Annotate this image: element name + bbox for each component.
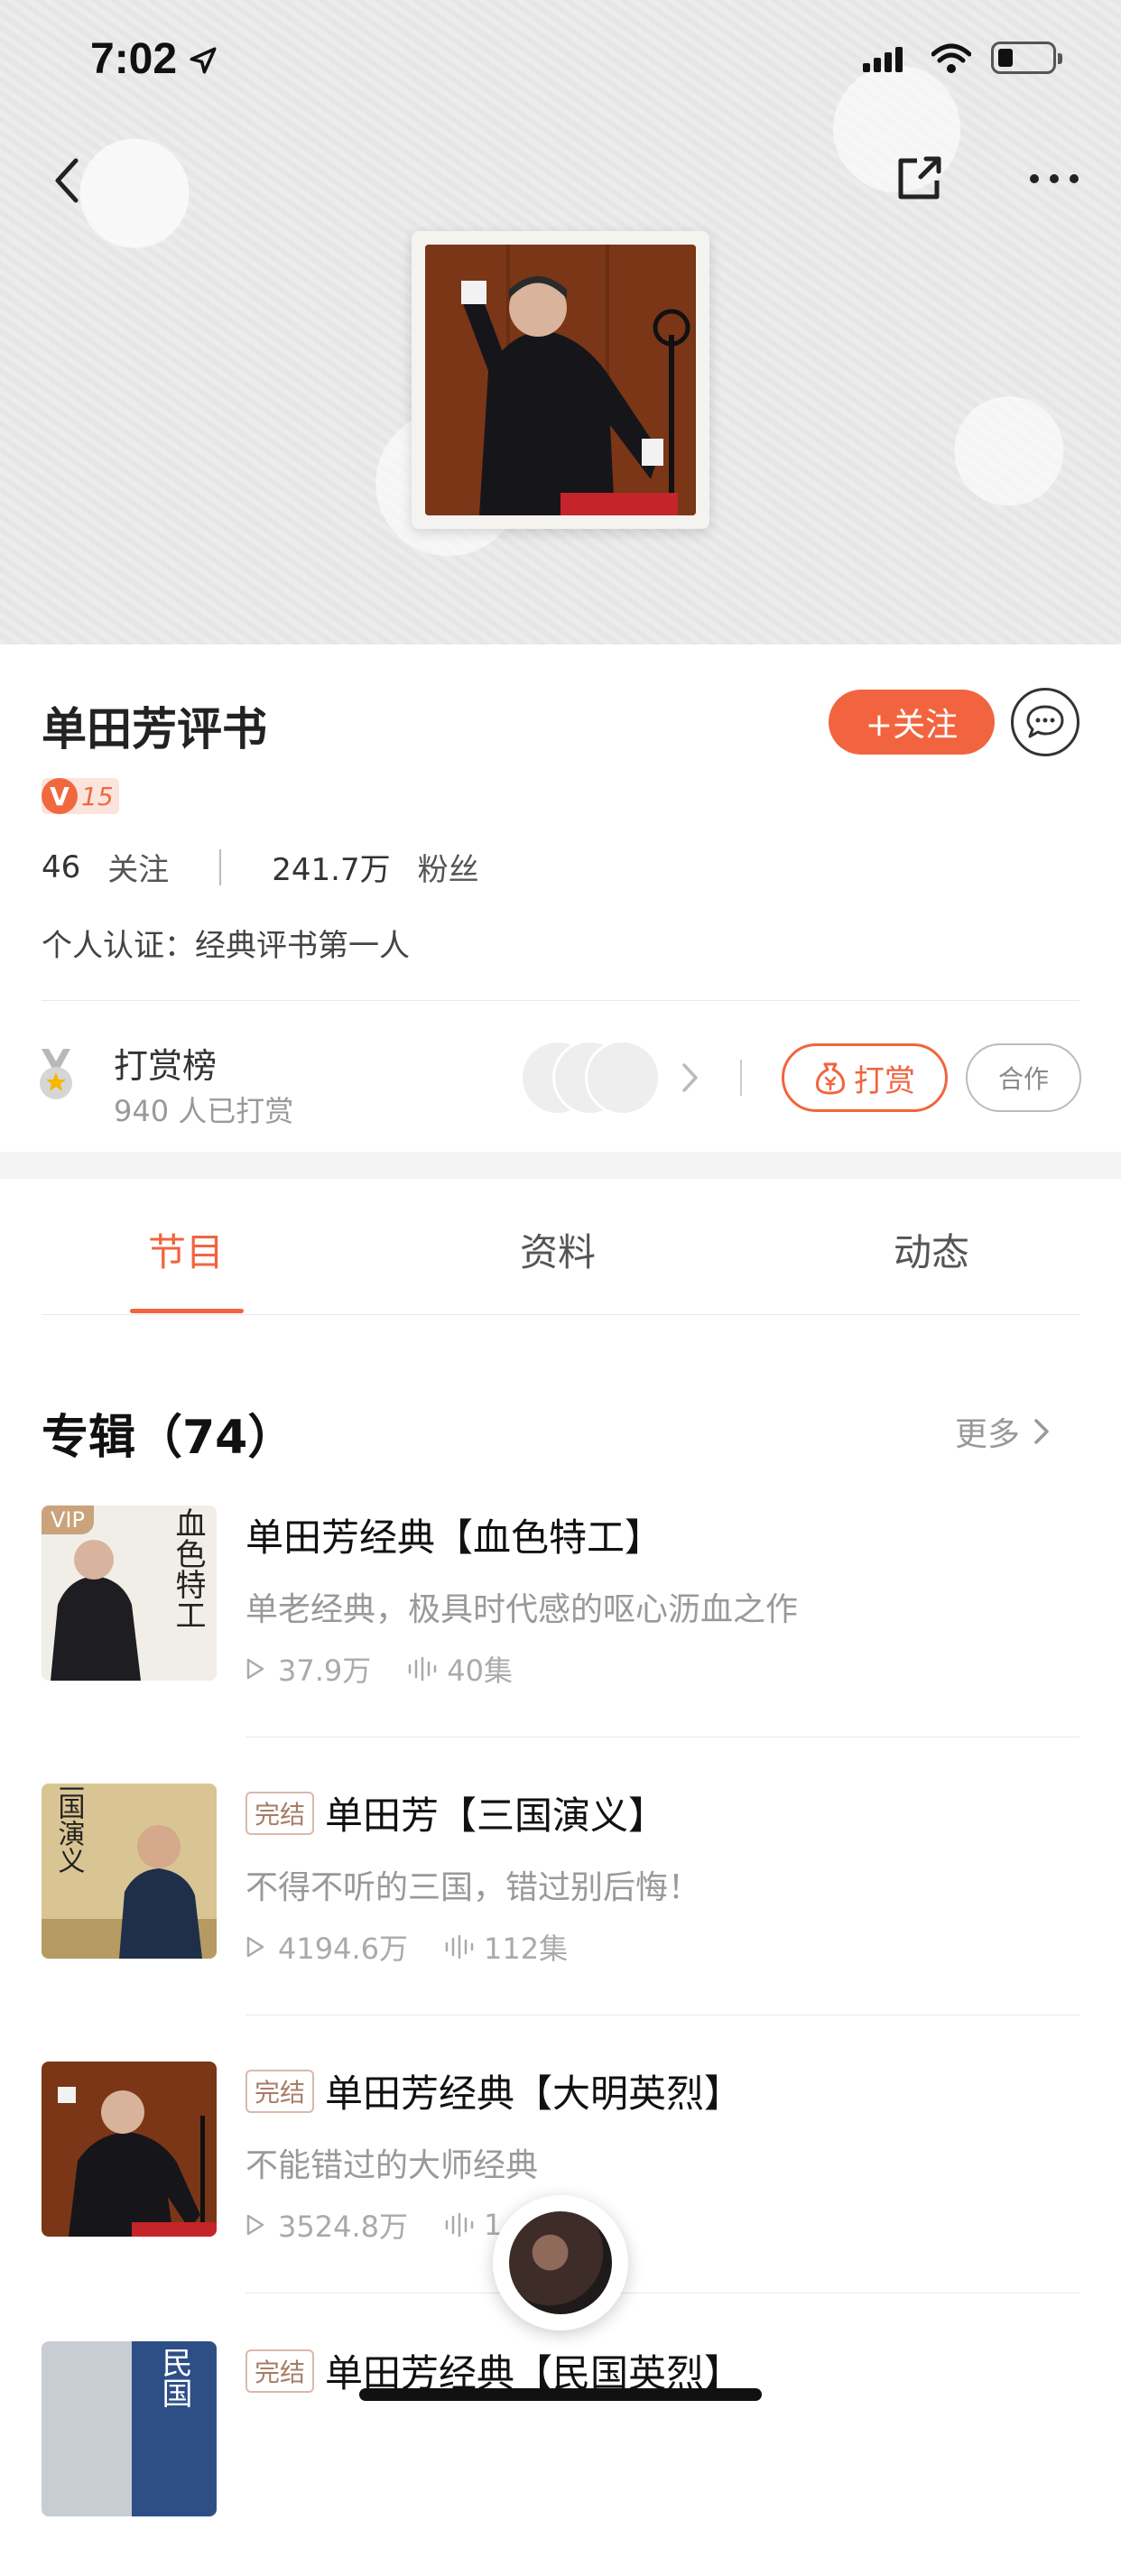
back-chevron-icon[interactable] bbox=[45, 153, 90, 208]
album-title: 单田芳【三国演义】 bbox=[325, 1793, 667, 1838]
play-count-icon bbox=[246, 1658, 264, 1680]
album-play-count: 37.9万 bbox=[278, 1654, 372, 1688]
profile-avatar[interactable] bbox=[412, 231, 709, 529]
album-item[interactable]: 民国 完结 单田芳经典【民国英烈】 bbox=[42, 2341, 1079, 2576]
album-item[interactable]: 三国演义 完结 单田芳【三国演义】 不得不听的三国，错过别后悔！ 4194.6万… bbox=[42, 1784, 1079, 2018]
active-tab-indicator bbox=[130, 1309, 244, 1313]
follow-button[interactable]: +关注 bbox=[829, 690, 995, 755]
mini-player-button[interactable] bbox=[493, 2195, 628, 2330]
more-label: 更多 bbox=[955, 1416, 1021, 1453]
battery-icon bbox=[991, 42, 1062, 74]
donor-avatars[interactable] bbox=[520, 1040, 664, 1116]
album-cover-text: 民国 bbox=[156, 2347, 192, 2408]
more-options-icon[interactable] bbox=[1029, 171, 1079, 186]
following-label[interactable]: 关注 bbox=[107, 845, 169, 889]
album-description: 不得不听的三国，错过别后悔！ bbox=[246, 1869, 701, 1906]
money-bag-icon bbox=[816, 1062, 845, 1095]
profile-stats: 46 关注 241.7万 粉丝 bbox=[42, 845, 479, 889]
completed-badge: 完结 bbox=[246, 2349, 315, 2393]
album-cover-text: 三国演义 bbox=[53, 1784, 85, 1874]
medal-icon bbox=[40, 1049, 72, 1099]
reward-count: 940 人已打赏 bbox=[114, 1094, 294, 1128]
tab-programs[interactable]: 节目 bbox=[148, 1222, 224, 1277]
reward-board-title[interactable]: 打赏榜 bbox=[114, 1038, 217, 1088]
more-albums-link[interactable]: 更多 bbox=[955, 1408, 1051, 1455]
chat-bubble-icon bbox=[1026, 705, 1064, 738]
album-description: 不能错过的大师经典 bbox=[246, 2147, 539, 2184]
play-count-icon bbox=[246, 1936, 264, 1958]
status-time: 7:02 bbox=[90, 35, 178, 83]
location-arrow-icon bbox=[190, 47, 217, 74]
home-indicator bbox=[359, 2388, 762, 2401]
tip-label: 打赏 bbox=[854, 1062, 915, 1099]
play-count-icon bbox=[246, 2214, 264, 2236]
chevron-right-icon[interactable] bbox=[679, 1061, 700, 1094]
album-title-row: 单田芳经典【血色特工】 bbox=[246, 1507, 662, 1562]
album-play-count: 3524.8万 bbox=[278, 2210, 408, 2244]
now-playing-artwork bbox=[509, 2211, 612, 2314]
completed-badge: 完结 bbox=[246, 2069, 315, 2113]
profile-name: 单田芳评书 bbox=[42, 703, 267, 755]
album-cover bbox=[42, 2062, 217, 2237]
album-description: 单老经典，极具时代感的呕心沥血之作 bbox=[246, 1591, 799, 1628]
certification-text: 个人认证：经典评书第一人 bbox=[42, 928, 410, 964]
album-episode-count: 112集 bbox=[483, 1932, 569, 1966]
album-episode-count: 40集 bbox=[447, 1654, 513, 1688]
cellular-signal-icon bbox=[863, 47, 903, 72]
vip-level-badge: V 15 bbox=[42, 778, 119, 814]
tab-activity[interactable]: 动态 bbox=[894, 1222, 969, 1277]
section-gap bbox=[0, 1152, 1121, 1179]
album-cover-text: 血色特工 bbox=[170, 1507, 206, 1630]
albums-section-title: 专辑（74） bbox=[42, 1411, 295, 1465]
completed-badge: 完结 bbox=[246, 1791, 315, 1835]
vip-level: 15 bbox=[81, 781, 114, 811]
reward-divider bbox=[740, 1060, 742, 1096]
album-cover: 血色特工 VIP bbox=[42, 1506, 217, 1681]
fans-count[interactable]: 241.7万 bbox=[272, 845, 390, 889]
album-title-row: 完结 单田芳【三国演义】 bbox=[246, 1785, 666, 1840]
episodes-icon bbox=[445, 1934, 474, 1960]
donor-avatar bbox=[585, 1040, 661, 1116]
avatar-photo bbox=[425, 245, 696, 515]
album-title: 单田芳经典【大明英烈】 bbox=[325, 2071, 743, 2116]
album-meta: 4194.6万 112集 bbox=[246, 1926, 568, 1968]
episodes-icon bbox=[445, 2212, 474, 2238]
tip-button[interactable]: 打赏 bbox=[782, 1043, 948, 1112]
fans-label[interactable]: 粉丝 bbox=[418, 845, 479, 889]
tabs-divider bbox=[42, 1314, 1079, 1315]
vip-letter: V bbox=[42, 778, 78, 814]
album-meta: 3524.8万 1 bbox=[246, 2204, 502, 2246]
section-divider bbox=[42, 1000, 1079, 1001]
album-item[interactable]: 血色特工 VIP 单田芳经典【血色特工】 单老经典，极具时代感的呕心沥血之作 3… bbox=[42, 1506, 1079, 1740]
album-play-count: 4194.6万 bbox=[278, 1932, 408, 1966]
album-title: 单田芳经典【血色特工】 bbox=[246, 1515, 663, 1560]
episodes-icon bbox=[409, 1656, 437, 1682]
message-button[interactable] bbox=[1011, 688, 1079, 756]
album-cover: 三国演义 bbox=[42, 1784, 217, 1959]
wifi-icon bbox=[931, 43, 971, 73]
album-title-row: 完结 单田芳经典【大明英烈】 bbox=[246, 2063, 742, 2118]
following-count[interactable]: 46 bbox=[42, 849, 80, 885]
album-meta: 37.9万 40集 bbox=[246, 1648, 513, 1690]
vip-tag: VIP bbox=[42, 1506, 94, 1534]
album-cover: 民国 bbox=[42, 2341, 217, 2516]
share-icon[interactable] bbox=[894, 153, 944, 204]
cooperate-button[interactable]: 合作 bbox=[966, 1043, 1081, 1112]
stats-divider bbox=[219, 848, 222, 885]
tab-profile-info[interactable]: 资料 bbox=[520, 1222, 596, 1277]
chevron-right-icon bbox=[1034, 1419, 1049, 1444]
